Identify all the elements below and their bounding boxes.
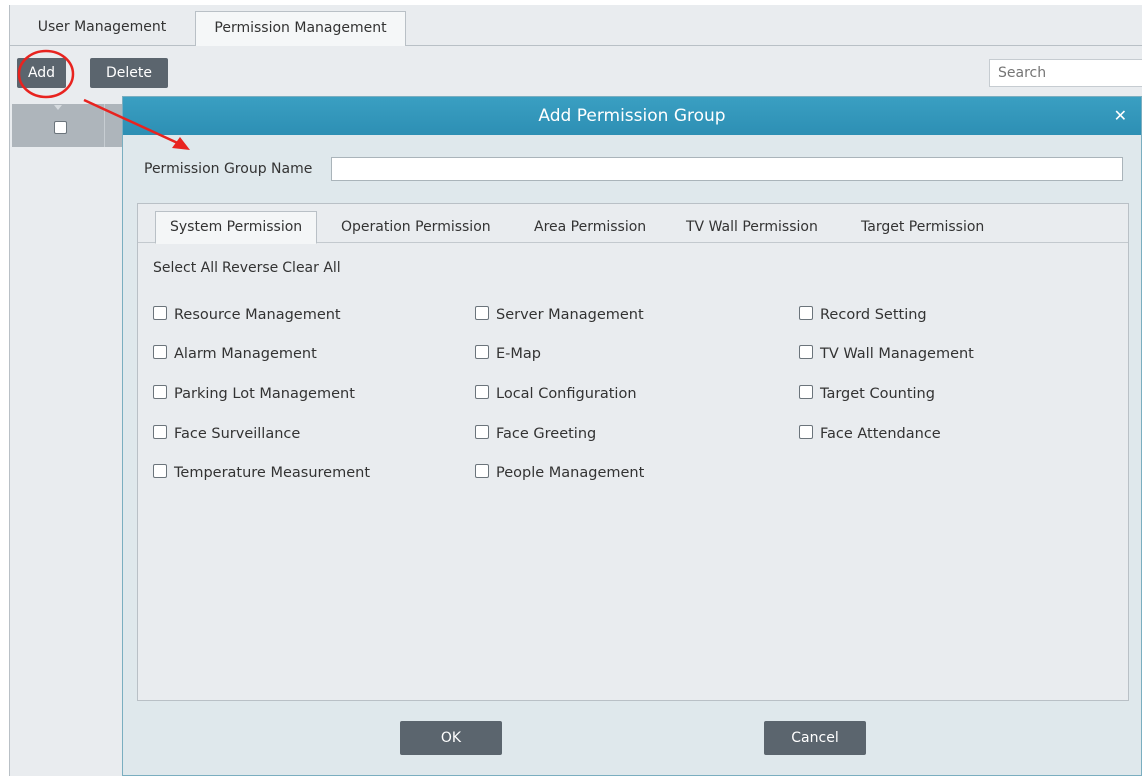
checkbox-label: Parking Lot Management (174, 386, 355, 402)
checkbox-people-management[interactable]: People Management (475, 464, 644, 482)
clear-all-link[interactable]: Clear All (282, 260, 340, 276)
checkbox-label: Server Management (496, 307, 644, 323)
checkbox-label: Alarm Management (174, 346, 317, 362)
reverse-link[interactable]: Reverse (222, 260, 278, 276)
delete-button[interactable]: Delete (90, 58, 168, 88)
checkbox-label: TV Wall Management (820, 346, 974, 362)
close-icon[interactable]: ✕ (1114, 97, 1127, 135)
checkbox-parking-lot-management[interactable]: Parking Lot Management (153, 385, 355, 403)
main-tab-bar: User Management Permission Management (10, 11, 1142, 46)
select-all-link[interactable]: Select All (153, 260, 218, 276)
checkbox-temperature-measurement[interactable]: Temperature Measurement (153, 464, 370, 482)
permission-tab-bar: System Permission Operation Permission A… (138, 204, 1128, 244)
checkbox-local-configuration[interactable]: Local Configuration (475, 385, 637, 403)
checkbox-label: Record Setting (820, 307, 927, 323)
checkbox-label: People Management (496, 465, 645, 481)
checkbox-box[interactable] (153, 425, 167, 439)
checkbox-alarm-management[interactable]: Alarm Management (153, 345, 317, 363)
checkbox-box[interactable] (153, 464, 167, 478)
checkbox-box[interactable] (799, 345, 813, 359)
tab-permission-management[interactable]: Permission Management (195, 11, 406, 46)
checkbox-record-setting[interactable]: Record Setting (799, 306, 927, 324)
checkbox-box[interactable] (475, 385, 489, 399)
tab-user-management[interactable]: User Management (22, 11, 182, 44)
sort-arrow-icon (54, 105, 62, 110)
checkbox-label: Resource Management (174, 307, 341, 323)
tab-tv-wall-permission[interactable]: TV Wall Permission (686, 212, 818, 242)
permission-group-name-input[interactable] (331, 157, 1123, 181)
table-body (12, 147, 125, 776)
permission-panel: System Permission Operation Permission A… (137, 203, 1129, 701)
tab-area-permission[interactable]: Area Permission (534, 212, 646, 242)
checkbox-box[interactable] (475, 425, 489, 439)
checkbox-target-counting[interactable]: Target Counting (799, 385, 935, 403)
select-all-checkbox[interactable] (54, 121, 67, 134)
checkbox-box[interactable] (799, 385, 813, 399)
checkbox-tv-wall-management[interactable]: TV Wall Management (799, 345, 974, 363)
checkbox-label: Face Surveillance (174, 426, 301, 442)
checkbox-label: Temperature Measurement (174, 465, 371, 481)
checkbox-box[interactable] (799, 306, 813, 320)
table-header (12, 104, 124, 147)
checkbox-label: Face Greeting (496, 426, 597, 442)
checkbox-face-greeting[interactable]: Face Greeting (475, 425, 596, 443)
selection-links: Select All Reverse Clear All (153, 260, 345, 276)
checkbox-label: Local Configuration (496, 386, 637, 402)
checkbox-box[interactable] (475, 464, 489, 478)
cancel-button[interactable]: Cancel (764, 721, 866, 755)
dialog-title: Add Permission Group (123, 97, 1141, 135)
ok-button[interactable]: OK (400, 721, 502, 755)
checkbox-label: E-Map (496, 346, 541, 362)
tab-target-permission[interactable]: Target Permission (861, 212, 984, 242)
checkbox-box[interactable] (475, 306, 489, 320)
checkbox-server-management[interactable]: Server Management (475, 306, 644, 324)
checkbox-box[interactable] (475, 345, 489, 359)
checkbox-e-map[interactable]: E-Map (475, 345, 541, 363)
search-input[interactable] (989, 59, 1142, 87)
tab-system-permission[interactable]: System Permission (155, 211, 318, 244)
checkbox-face-surveillance[interactable]: Face Surveillance (153, 425, 300, 443)
checkbox-box[interactable] (153, 385, 167, 399)
add-permission-group-dialog: Add Permission Group ✕ Permission Group … (122, 96, 1142, 776)
checkbox-box[interactable] (799, 425, 813, 439)
checkbox-box[interactable] (153, 345, 167, 359)
checkbox-label: Face Attendance (820, 426, 941, 442)
permission-group-name-label: Permission Group Name (144, 161, 313, 177)
checkbox-box[interactable] (153, 306, 167, 320)
checkbox-resource-management[interactable]: Resource Management (153, 306, 341, 324)
tab-operation-permission[interactable]: Operation Permission (341, 212, 491, 242)
add-button[interactable]: Add (17, 58, 66, 88)
checkbox-face-attendance[interactable]: Face Attendance (799, 425, 941, 443)
checkbox-label: Target Counting (820, 386, 935, 402)
column-divider (104, 104, 105, 147)
